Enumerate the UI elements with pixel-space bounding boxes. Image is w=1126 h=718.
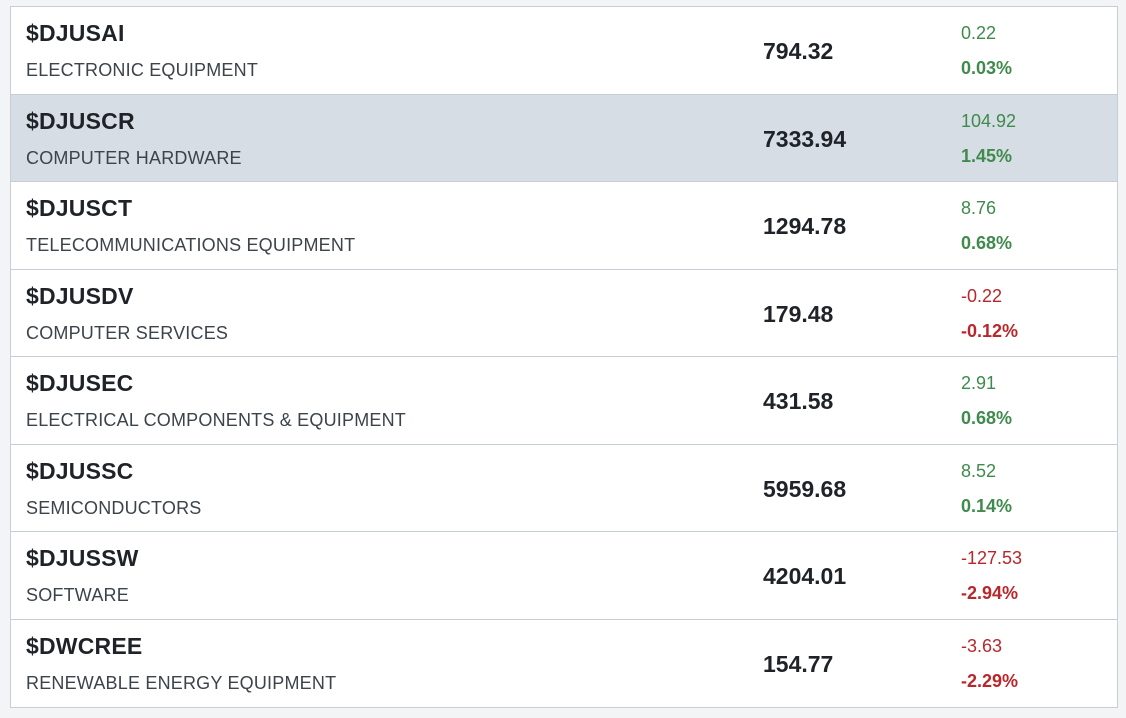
row-name: ELECTRONIC EQUIPMENT	[26, 60, 259, 80]
row-name: RENEWABLE ENERGY EQUIPMENT	[26, 672, 337, 693]
row-price: 431.58	[763, 388, 834, 414]
row-name: SEMICONDUCTORS	[26, 497, 202, 518]
row-change-percent: 1.45%	[961, 145, 1013, 166]
row-change: -127.53	[961, 548, 1023, 568]
row-symbol: $DJUSCT	[26, 195, 133, 221]
row-change-percent: -2.29%	[961, 670, 1019, 691]
row-symbol: $DWCREE	[26, 632, 143, 659]
row-change: 104.92	[961, 110, 1017, 131]
table-row[interactable]: $DWCREE RENEWABLE ENERGY EQUIPMENT 154.7…	[11, 619, 1117, 707]
row-price: 179.48	[763, 300, 834, 327]
row-change: 0.22	[961, 23, 997, 43]
row-change: -0.22	[961, 285, 1003, 306]
row-change: -3.63	[961, 635, 1003, 656]
row-price: 1294.78	[763, 213, 847, 239]
row-name: ELECTRICAL COMPONENTS & EQUIPMENT	[26, 410, 406, 430]
row-symbol: $DJUSEC	[26, 370, 134, 396]
row-name: COMPUTER SERVICES	[26, 322, 229, 343]
row-change-percent: 0.68%	[961, 408, 1013, 428]
row-change-percent: 0.03%	[961, 58, 1013, 78]
row-change: 8.52	[961, 460, 997, 481]
row-symbol: $DJUSAI	[26, 20, 125, 46]
row-price: 7333.94	[763, 125, 847, 152]
row-change: 2.91	[961, 373, 997, 393]
table-row[interactable]: $DJUSDV COMPUTER SERVICES 179.48 -0.22 -…	[11, 269, 1117, 357]
row-change: 8.76	[961, 198, 997, 218]
row-symbol: $DJUSCR	[26, 107, 135, 134]
table-row[interactable]: $DJUSCR COMPUTER HARDWARE 7333.94 104.92…	[11, 94, 1117, 182]
table-row[interactable]: $DJUSEC ELECTRICAL COMPONENTS & EQUIPMEN…	[11, 357, 1117, 445]
row-price: 5959.68	[763, 475, 847, 502]
table-row[interactable]: $DJUSCT TELECOMMUNICATIONS EQUIPMENT 129…	[11, 182, 1117, 270]
row-price: 4204.01	[763, 563, 847, 589]
table-row[interactable]: $DJUSSW SOFTWARE 4204.01 -127.53 -2.94%	[11, 532, 1117, 620]
row-symbol: $DJUSSW	[26, 545, 139, 571]
table-row[interactable]: $DJUSSC SEMICONDUCTORS 5959.68 8.52 0.14…	[11, 444, 1117, 532]
row-price: 154.77	[763, 650, 834, 677]
row-price: 794.32	[763, 38, 834, 64]
row-symbol: $DJUSDV	[26, 282, 134, 309]
row-name: COMPUTER HARDWARE	[26, 147, 242, 168]
row-change-percent: -0.12%	[961, 320, 1019, 341]
row-name: SOFTWARE	[26, 585, 129, 605]
row-change-percent: 0.68%	[961, 233, 1013, 253]
table-row[interactable]: $DJUSAI ELECTRONIC EQUIPMENT 794.32 0.22…	[11, 7, 1117, 95]
row-name: TELECOMMUNICATIONS EQUIPMENT	[26, 235, 356, 255]
row-change-percent: 0.14%	[961, 495, 1013, 516]
sector-table: $DJUSAI ELECTRONIC EQUIPMENT 794.32 0.22…	[10, 6, 1118, 708]
row-symbol: $DJUSSC	[26, 457, 134, 484]
row-change-percent: -2.94%	[961, 583, 1019, 603]
